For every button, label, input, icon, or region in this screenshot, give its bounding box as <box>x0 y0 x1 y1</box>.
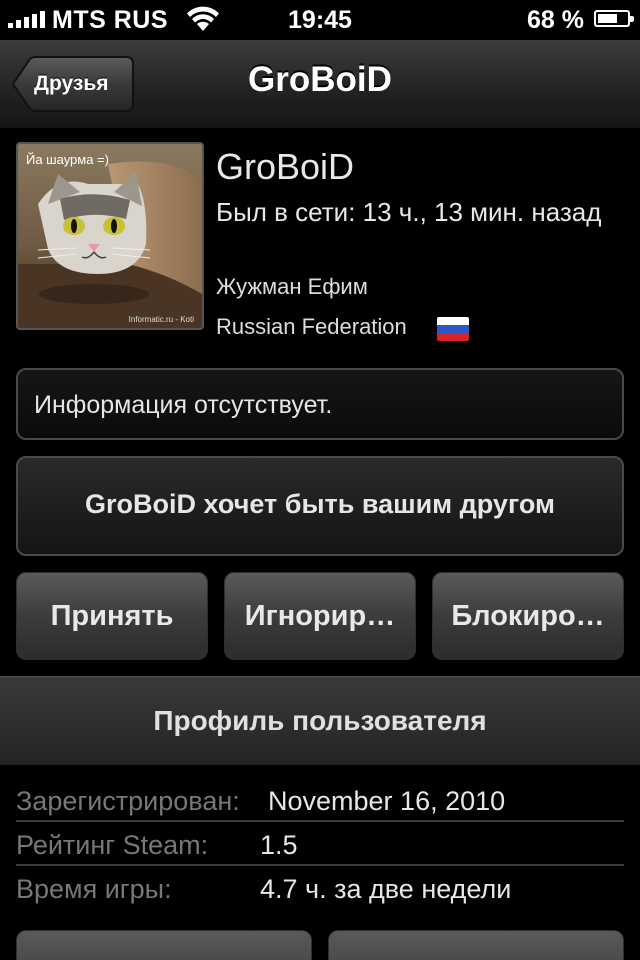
accept-button[interactable]: Принять <box>16 572 208 660</box>
stat-value: 4.7 ч. за две недели <box>260 874 512 904</box>
last-online-status: Был в сети: 13 ч., 13 мин. назад <box>216 197 602 227</box>
bottom-left-button[interactable] <box>16 930 312 960</box>
block-button[interactable]: Блокиро… <box>432 572 624 660</box>
section-header-user-profile: Профиль пользователя <box>0 676 640 765</box>
page-title: GroBoiD <box>248 60 392 99</box>
profile-name: GroBoiD <box>216 146 355 187</box>
battery-percent: 68 % <box>527 6 584 34</box>
avatar-caption: Йа шаурма =) <box>26 152 109 167</box>
status-bar: MTS RUS 19:45 68 % <box>0 0 640 40</box>
cat-avatar-image <box>18 144 202 328</box>
bottom-right-button[interactable] <box>328 930 624 960</box>
stat-row-steam-rating: Рейтинг Steam: 1.5 <box>16 822 624 866</box>
stat-label: Рейтинг Steam: <box>16 830 209 860</box>
stat-label: Зарегистрирован: <box>16 786 240 816</box>
stat-row-registered: Зарегистрирован: November 16, 2010 <box>16 778 624 822</box>
russia-flag-icon <box>437 317 469 341</box>
screen: MTS RUS 19:45 68 % Друзья GroBoiD Йа шау… <box>0 0 640 960</box>
stat-label: Время игры: <box>16 874 172 904</box>
friend-request-banner: GroBoiD хочет быть вашим другом <box>16 456 624 556</box>
stat-value: 1.5 <box>260 830 298 860</box>
stat-value: November 16, 2010 <box>268 786 506 816</box>
country: Russian Federation <box>216 314 407 339</box>
ignore-button[interactable]: Игнорир… <box>224 572 416 660</box>
real-name: Жужман Ефим <box>216 274 368 299</box>
stat-row-play-time: Время игры: 4.7 ч. за две недели <box>16 866 624 910</box>
battery-icon <box>594 10 634 27</box>
avatar-credit: Informatic.ru - Koti <box>128 315 194 324</box>
navigation-bar: Друзья GroBoiD <box>0 40 640 129</box>
avatar: Йа шаурма =) Informatic.ru - Koti <box>16 142 204 330</box>
profile-summary-panel: Информация отсутствует. <box>16 368 624 440</box>
